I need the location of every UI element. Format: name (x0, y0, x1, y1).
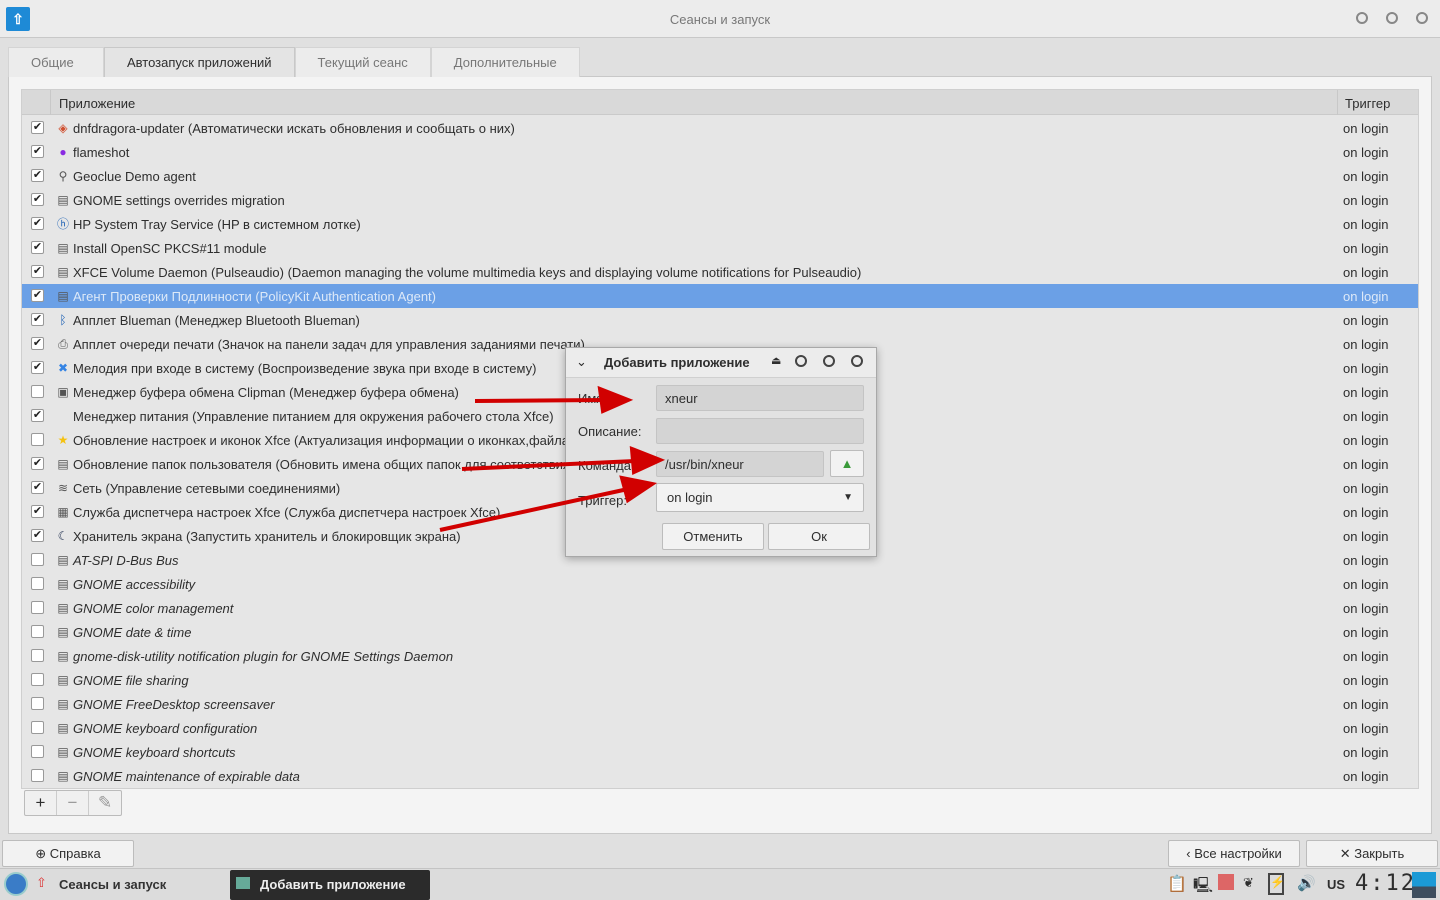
arrow-head (629, 445, 666, 476)
taskbar-item-sessions[interactable]: Сеансы и запуск (59, 877, 166, 892)
arrow-line (439, 487, 629, 532)
taskbar: ⇧ Сеансы и запуск Добавить приложение 📋 … (0, 868, 1440, 900)
clock[interactable]: 4:12 (1355, 871, 1416, 896)
annotation-arrows (439, 385, 666, 532)
plant-icon[interactable]: ❦ (1243, 875, 1254, 891)
updates-icon[interactable] (1218, 874, 1234, 890)
clipboard-icon[interactable]: 📋 (1167, 874, 1187, 894)
window-icon (236, 877, 250, 889)
network-icon[interactable]: 🖳 (1193, 875, 1213, 900)
volume-icon[interactable]: 🔊 (1297, 874, 1316, 892)
keyboard-layout[interactable]: US (1327, 877, 1345, 892)
rocket-icon: ⇧ (36, 875, 47, 890)
arrow-head (619, 475, 658, 504)
taskbar-item-add-app[interactable]: Добавить приложение (230, 870, 430, 900)
arrow-line (474, 398, 606, 403)
arrow-head (597, 385, 634, 414)
arrow-line (461, 459, 636, 471)
battery-icon[interactable]: ⚡ (1268, 873, 1285, 895)
workspace-switcher[interactable] (1412, 872, 1436, 898)
menu-button[interactable] (4, 872, 28, 896)
